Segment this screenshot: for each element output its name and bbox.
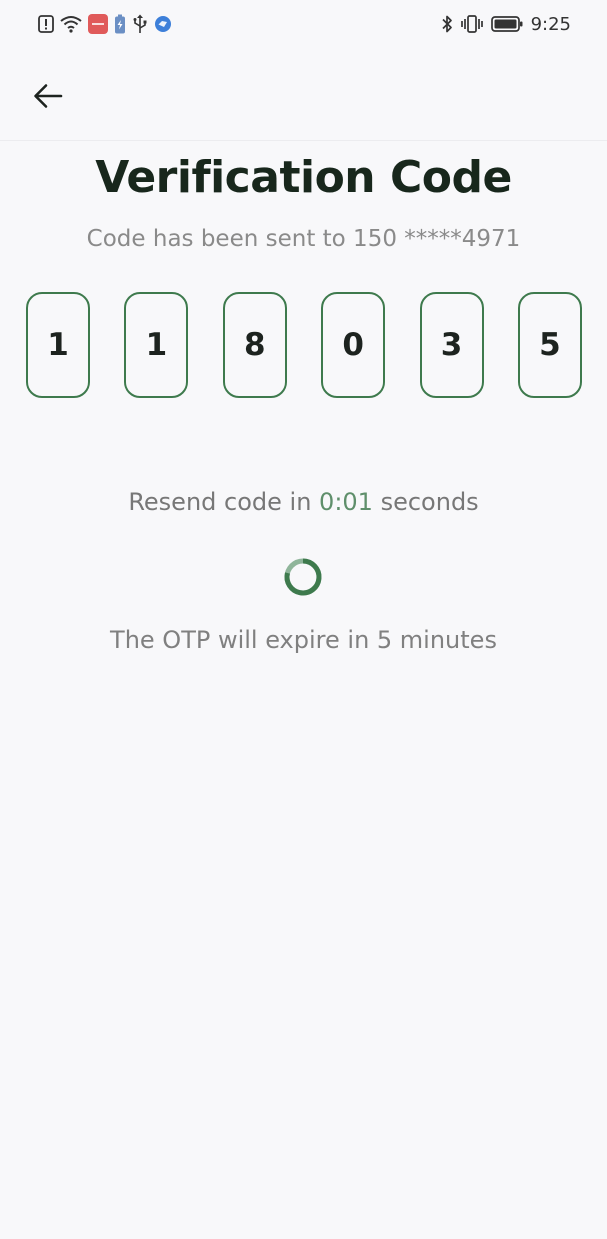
otp-input-group: 1 1 8 0 3 5 xyxy=(26,292,582,402)
otp-digit-5[interactable]: 3 xyxy=(419,292,484,398)
arrow-left-icon xyxy=(33,83,63,109)
page-title: Verification Code xyxy=(95,152,512,203)
usb-icon xyxy=(132,14,148,34)
bluetooth-icon xyxy=(441,14,453,34)
resend-countdown-text: Resend code in 0:01 seconds xyxy=(0,488,607,516)
status-bar: 9:25 xyxy=(0,0,607,48)
status-time: 9:25 xyxy=(530,13,571,35)
otp-digit-3[interactable]: 8 xyxy=(222,292,287,398)
otp-expire-text: The OTP will expire in 5 minutes xyxy=(110,626,497,654)
battery-saver-icon xyxy=(114,14,126,34)
otp-digit-6[interactable]: 5 xyxy=(517,292,582,398)
vibrate-icon xyxy=(460,14,483,34)
resend-prefix: Resend code in xyxy=(128,488,320,516)
app-badge-icon xyxy=(154,15,172,33)
status-right-icons: 9:25 xyxy=(441,12,571,36)
otp-digit-2[interactable]: 1 xyxy=(124,292,189,398)
app-bar xyxy=(0,48,607,141)
battery-icon xyxy=(490,15,523,33)
alert-icon xyxy=(38,15,54,33)
resend-suffix: seconds xyxy=(372,488,479,516)
resend-countdown-value: 0:01 xyxy=(319,488,373,516)
app-notification-icon xyxy=(88,14,108,34)
loading-spinner-icon xyxy=(283,557,323,597)
wifi-icon xyxy=(60,15,82,33)
otp-digit-1[interactable]: 1 xyxy=(26,292,90,398)
status-left-icons xyxy=(38,13,172,35)
otp-digit-4[interactable]: 0 xyxy=(321,292,386,398)
code-sent-subtitle: Code has been sent to 150 *****4971 xyxy=(86,226,521,252)
back-button[interactable] xyxy=(28,76,68,116)
